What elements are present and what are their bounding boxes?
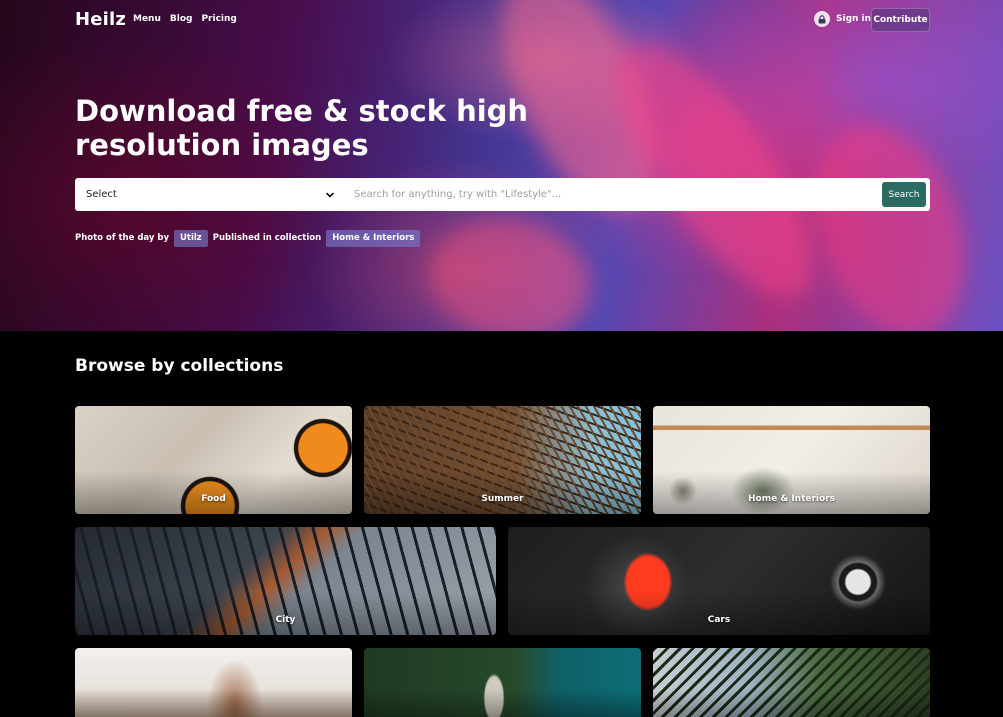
photo-of-the-day: Photo of the day by Utilz Published in c…: [75, 229, 421, 247]
potd-prefix: Photo of the day by: [75, 233, 170, 243]
collection-card-cars[interactable]: Cars: [508, 527, 930, 635]
nav-link-menu[interactable]: Menu: [133, 14, 161, 24]
collection-card-home-interiors[interactable]: Home & Interiors: [653, 406, 930, 514]
search-bar: Select Search: [75, 178, 930, 211]
potd-middle-text: Published in collection: [212, 233, 322, 243]
collection-card-road[interactable]: [364, 648, 641, 717]
sign-in-button[interactable]: Sign in: [814, 11, 871, 27]
brand-logo[interactable]: Heilz: [75, 9, 126, 30]
chevron-down-icon[interactable]: [325, 190, 335, 200]
collection-card-city[interactable]: City: [75, 527, 496, 635]
collection-label: City: [275, 615, 296, 625]
category-select[interactable]: Select: [75, 178, 343, 211]
collection-card-summer[interactable]: Summer: [364, 406, 641, 514]
collections-title: Browse by collections: [75, 356, 284, 376]
nav-links: Menu Blog Pricing: [133, 14, 237, 24]
search-button[interactable]: Search: [882, 182, 926, 207]
top-nav: Heilz Menu Blog Pricing Sign in Contribu…: [0, 0, 1003, 40]
potd-author-chip[interactable]: Utilz: [174, 229, 208, 247]
hero-overlay: [0, 0, 1003, 331]
hero-banner: [0, 0, 1003, 331]
contribute-button[interactable]: Contribute: [871, 8, 930, 32]
potd-collection-chip[interactable]: Home & Interiors: [326, 229, 421, 247]
nav-link-pricing[interactable]: Pricing: [201, 14, 236, 24]
collection-label: Cars: [707, 615, 731, 625]
lock-icon: [814, 11, 830, 27]
collection-label: Summer: [481, 494, 524, 504]
collection-card-beach[interactable]: [75, 648, 352, 717]
nav-link-blog[interactable]: Blog: [170, 14, 193, 24]
search-input[interactable]: [343, 178, 873, 211]
collection-label: Home & Interiors: [748, 494, 835, 504]
hero-headline: Download free & stock high resolution im…: [75, 94, 529, 162]
collection-card-food[interactable]: Food: [75, 406, 352, 514]
sign-in-label: Sign in: [836, 14, 872, 24]
collection-label: Food: [201, 494, 226, 504]
collection-card-palm[interactable]: [653, 648, 930, 717]
